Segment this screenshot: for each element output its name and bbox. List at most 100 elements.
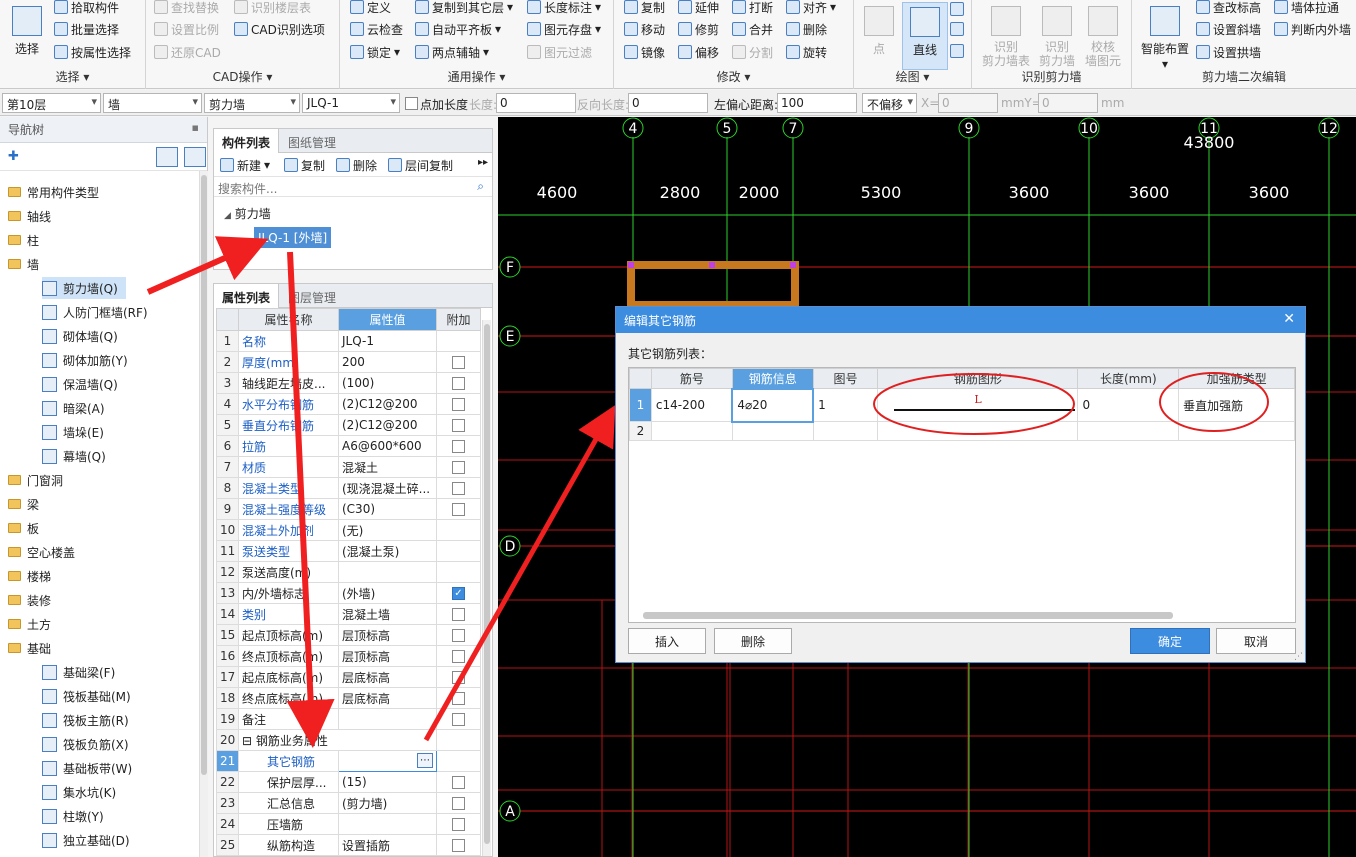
- nav-item[interactable]: 楼梯: [8, 565, 51, 587]
- judge-outer-wall-button[interactable]: 判断内外墙: [1274, 19, 1351, 39]
- nav-item[interactable]: 独立基础(D): [42, 829, 130, 851]
- x-input[interactable]: 0: [938, 93, 998, 113]
- nav-item[interactable]: 空心楼盖: [8, 541, 75, 563]
- find-replace-button[interactable]: 查找替换: [154, 0, 219, 17]
- group-title-draw[interactable]: 绘图 ▾: [854, 68, 971, 85]
- left-offset-input[interactable]: 100: [777, 93, 857, 113]
- nav-item[interactable]: 柱: [8, 229, 39, 251]
- property-row[interactable]: 3 轴线距左墙皮... (100): [216, 372, 481, 394]
- property-row[interactable]: 6 拉筋 A6@600*600: [216, 435, 481, 457]
- nav-item[interactable]: 砌体墙(Q): [42, 325, 118, 347]
- property-row[interactable]: 17 起点底标高(m) 层底标高: [216, 666, 481, 688]
- nav-item[interactable]: 人防门框墙(RF): [42, 301, 148, 323]
- identify-wall-table-button[interactable]: 识别 剪力墙表: [978, 2, 1034, 68]
- arc-icon[interactable]: [950, 2, 964, 16]
- offset-button[interactable]: 偏移: [678, 42, 719, 62]
- nav-item[interactable]: 幕墙(Q): [42, 445, 106, 467]
- property-row[interactable]: 10 混凝土外加剂 (无): [216, 519, 481, 541]
- checkbox[interactable]: [452, 797, 465, 810]
- property-value[interactable]: 层顶标高: [338, 624, 437, 646]
- rebar-cell-length[interactable]: [1077, 421, 1180, 441]
- checkbox[interactable]: [452, 776, 465, 789]
- length-input[interactable]: 0: [496, 93, 576, 113]
- property-scroll-thumb[interactable]: [484, 324, 490, 844]
- nav-item[interactable]: 常用构件类型: [8, 181, 99, 203]
- property-value[interactable]: 设置插筋: [338, 834, 437, 856]
- lock-button[interactable]: 锁定 ▾: [350, 42, 400, 62]
- group-title-modify[interactable]: 修改 ▾: [614, 68, 853, 85]
- property-row[interactable]: 25 纵筋构造 设置插筋: [216, 834, 481, 856]
- smart-layout-button[interactable]: 智能布置 ▾: [1138, 2, 1192, 71]
- nav-scrollbar[interactable]: [199, 171, 208, 857]
- property-value[interactable]: 混凝土: [338, 456, 437, 478]
- rotate-button[interactable]: 旋转: [786, 42, 827, 62]
- rebar-cell-type[interactable]: [1178, 421, 1295, 441]
- nav-item[interactable]: 保温墙(Q): [42, 373, 118, 395]
- checkbox[interactable]: [452, 818, 465, 831]
- delete-button[interactable]: 删除: [786, 19, 827, 39]
- ellipsis-button[interactable]: ⋯: [417, 753, 433, 768]
- checkbox[interactable]: [452, 398, 465, 411]
- checkbox[interactable]: [452, 377, 465, 390]
- rebar-cell-fig[interactable]: [812, 421, 879, 441]
- nav-item[interactable]: 土方: [8, 613, 51, 635]
- property-row[interactable]: 4 水平分布钢筋 (2)C12@200: [216, 393, 481, 415]
- pick-component-button[interactable]: 拾取构件: [54, 0, 119, 17]
- split-button[interactable]: 分割: [732, 42, 773, 62]
- property-value[interactable]: (100): [338, 372, 437, 394]
- copy-button[interactable]: 复制: [624, 0, 665, 17]
- property-value[interactable]: (C30): [338, 498, 437, 520]
- property-row[interactable]: 12 泵送高度(m): [216, 561, 481, 583]
- select-by-property-button[interactable]: 按属性选择: [54, 42, 131, 62]
- checkbox[interactable]: [452, 629, 465, 642]
- rebar-cell-shape[interactable]: [877, 421, 1079, 441]
- set-slope-wall-button[interactable]: 设置斜墙: [1196, 19, 1261, 39]
- check-wall-button[interactable]: 校核 墙图元: [1080, 2, 1126, 68]
- batch-select-button[interactable]: 批量选择: [54, 19, 119, 39]
- property-value[interactable]: (现浇混凝土碎...: [338, 477, 437, 499]
- auto-align-slab-button[interactable]: 自动平齐板 ▾: [415, 19, 501, 39]
- checkbox[interactable]: [452, 419, 465, 432]
- cancel-button[interactable]: 取消: [1216, 628, 1296, 654]
- offset-mode-select[interactable]: 不偏移: [862, 93, 917, 113]
- identify-wall-button[interactable]: 识别 剪力墙: [1034, 2, 1080, 68]
- nav-item[interactable]: 基础梁(F): [42, 661, 115, 683]
- property-value[interactable]: (2)C12@200: [338, 393, 437, 415]
- category-select[interactable]: 墙: [103, 93, 202, 113]
- checkbox-checked[interactable]: ✓: [452, 587, 465, 600]
- mirror-button[interactable]: 镜像: [624, 42, 665, 62]
- delete-row-button[interactable]: 删除: [714, 628, 792, 654]
- set-ratio-button[interactable]: 设置比例: [154, 19, 219, 39]
- nav-item[interactable]: 板: [8, 517, 39, 539]
- identify-floor-table-button[interactable]: 识别楼层表: [234, 0, 311, 17]
- nav-item[interactable]: 门窗洞: [8, 469, 63, 491]
- checkbox[interactable]: [452, 503, 465, 516]
- search-box[interactable]: 搜索构件... ⌕: [214, 177, 492, 197]
- property-row[interactable]: 23 汇总信息 (剪力墙): [216, 792, 481, 814]
- property-row[interactable]: 13 内/外墙标志 (外墙) ✓: [216, 582, 481, 604]
- grid-view-icon[interactable]: [184, 147, 206, 167]
- checkbox[interactable]: [452, 650, 465, 663]
- property-value[interactable]: (剪力墙): [338, 792, 437, 814]
- trim-button[interactable]: 修剪: [678, 19, 719, 39]
- rebar-grid-hscroll[interactable]: [643, 612, 1173, 619]
- property-row[interactable]: 16 终点顶标高(m) 层顶标高: [216, 645, 481, 667]
- property-row[interactable]: 9 混凝土强度等级 (C30): [216, 498, 481, 520]
- align-button[interactable]: 对齐 ▾: [786, 0, 836, 17]
- rebar-cell-bar[interactable]: [650, 421, 733, 441]
- property-row[interactable]: 14 类别 混凝土墙: [216, 603, 481, 625]
- nav-scroll-thumb[interactable]: [201, 175, 207, 775]
- group-title-cad[interactable]: CAD操作 ▾: [146, 68, 339, 85]
- rebar-cell-length[interactable]: 0: [1077, 388, 1180, 422]
- property-value[interactable]: [338, 708, 437, 730]
- nav-item[interactable]: 轴线: [8, 205, 51, 227]
- property-row[interactable]: 15 起点顶标高(m) 层顶标高: [216, 624, 481, 646]
- property-value[interactable]: (15): [338, 771, 437, 793]
- ok-button[interactable]: 确定: [1130, 628, 1210, 654]
- property-row[interactable]: 20 ⊟ 钢筋业务属性: [216, 729, 481, 751]
- checkbox[interactable]: [452, 440, 465, 453]
- rebar-cell-type[interactable]: 垂直加强筋: [1178, 388, 1295, 422]
- property-value[interactable]: (2)C12@200: [338, 414, 437, 436]
- property-value[interactable]: 层底标高: [338, 687, 437, 709]
- property-value[interactable]: [338, 813, 437, 835]
